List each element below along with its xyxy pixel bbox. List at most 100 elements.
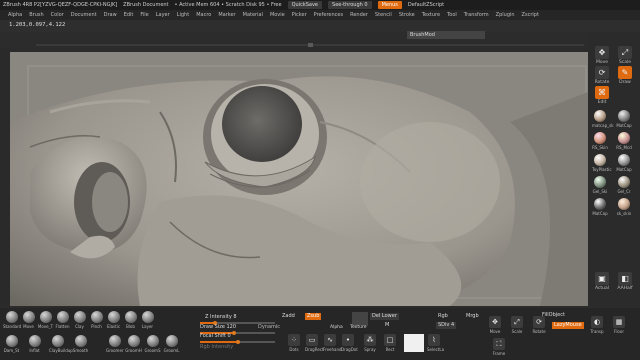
rotate-icon: ⟳ xyxy=(533,316,545,328)
brush-dam-standard[interactable]: Dam_St xyxy=(3,335,20,357)
dynamic-toggle[interactable]: Dynamic xyxy=(258,324,280,331)
menu-edit[interactable]: Edit xyxy=(124,12,134,18)
menu-stencil[interactable]: Stencil xyxy=(375,12,392,18)
edit-button[interactable]: ⌘ Edit xyxy=(592,86,612,108)
menu-brush[interactable]: Brush xyxy=(29,12,43,18)
menu-zplugin[interactable]: Zplugin xyxy=(496,12,515,18)
focal-shift-knob[interactable] xyxy=(236,340,240,344)
menu-stroke[interactable]: Stroke xyxy=(399,12,415,18)
menu-texture[interactable]: Texture xyxy=(422,12,440,18)
brush-layer[interactable]: Layer xyxy=(139,311,156,333)
stroke-freehand[interactable]: ∿ Freehand xyxy=(323,334,342,354)
draw-size-knob[interactable] xyxy=(232,331,236,335)
material-swatch[interactable]: RS_Mcd xyxy=(616,132,632,154)
stroke-rect[interactable]: □ Rect xyxy=(383,334,397,354)
menu-zscript[interactable]: Zscript xyxy=(522,12,539,18)
material-swatch[interactable]: ToyPlastic xyxy=(592,154,612,176)
brush-grooms[interactable]: GroomS xyxy=(144,335,161,357)
brush-flatten[interactable]: Flatten xyxy=(54,311,71,333)
draw-button[interactable]: ✎ Draw xyxy=(615,66,635,88)
brush-clay[interactable]: Clay xyxy=(71,311,88,333)
menu-picker[interactable]: Picker xyxy=(292,12,307,18)
frame-icon: ⛶ xyxy=(493,338,505,350)
aahalf-button[interactable]: ◧ AAHalf xyxy=(615,272,635,294)
mrgb-button[interactable]: Mrgb xyxy=(464,313,481,320)
brush-smooth[interactable]: Smooth xyxy=(72,335,89,357)
brush-elastic[interactable]: Elastic xyxy=(105,311,122,333)
menu-layer[interactable]: Layer xyxy=(156,12,170,18)
menu-render[interactable]: Render xyxy=(350,12,368,18)
stroke-spray[interactable]: ⁂ Spray xyxy=(363,334,377,354)
draw-icon: ✎ xyxy=(618,66,632,79)
left-shelf xyxy=(0,48,10,306)
material-swatch[interactable]: MatCap xyxy=(616,110,632,132)
stroke-dragdot[interactable]: • DragDot xyxy=(341,334,358,354)
del-lower-button[interactable]: Del Lower xyxy=(370,313,399,320)
stroke-dragrect[interactable]: ▭ DragRect xyxy=(305,334,324,354)
spray-icon: ⁂ xyxy=(364,334,376,346)
top-slider-knob[interactable] xyxy=(308,43,313,47)
material-swatch[interactable]: Gel_Cr xyxy=(616,176,632,198)
brush-move[interactable]: Move xyxy=(20,311,37,333)
menu-tool[interactable]: Tool xyxy=(447,12,457,18)
material-swatch[interactable]: RS_Skin xyxy=(592,132,608,154)
material-swatch[interactable]: MatCap xyxy=(592,198,608,220)
menu-macro[interactable]: Macro xyxy=(196,12,211,18)
dots-icon: ⁘ xyxy=(288,334,300,346)
transp-button[interactable]: ◐ Transp xyxy=(590,316,604,336)
menu-color[interactable]: Color xyxy=(51,12,64,18)
m-button[interactable]: M xyxy=(383,322,391,329)
rotate-button[interactable]: ⟳ Rotate xyxy=(592,66,612,88)
material-swatch[interactable]: Gel_Ski xyxy=(592,176,608,198)
move-icon: ✥ xyxy=(489,316,501,328)
move-button[interactable]: ✥ Move xyxy=(592,46,612,68)
scale-button[interactable]: ⤢ Scale xyxy=(615,46,635,68)
brush-groomh[interactable]: GroomH xyxy=(125,335,142,357)
sculpt-viewport xyxy=(10,52,588,306)
menu-marker[interactable]: Marker xyxy=(218,12,235,18)
menus-button[interactable]: Menus xyxy=(377,1,402,9)
actual-button[interactable]: ▣ Actual xyxy=(592,272,612,294)
default-zscript-button[interactable]: DefaultZScript xyxy=(408,2,444,8)
menu-transform[interactable]: Transform xyxy=(464,12,489,18)
select-lasso-button[interactable]: ⌇ SelectLa xyxy=(427,334,444,354)
menu-document[interactable]: Document xyxy=(71,12,97,18)
scale-tool-button[interactable]: ⤢ Scale xyxy=(510,316,524,336)
scale-icon: ⤢ xyxy=(618,46,632,59)
brush-blob[interactable]: Blob xyxy=(122,311,139,333)
brush-inflat[interactable]: Inflat xyxy=(26,335,43,357)
app-title: ZBrush 4R8 P2[YZVG-QEZF-QDGE-CPKI-NGJK] xyxy=(3,2,118,8)
menu-draw[interactable]: Draw xyxy=(104,12,117,18)
aahalf-icon: ◧ xyxy=(618,272,632,285)
rotate-tool-button[interactable]: ⟳ Rotate xyxy=(532,316,546,336)
brush-groomer[interactable]: Groomer xyxy=(106,335,124,357)
material-swatch[interactable]: MatCap xyxy=(616,154,632,176)
material-swatch[interactable]: sk_skin xyxy=(616,198,632,220)
rotate-icon: ⟳ xyxy=(595,66,609,79)
menu-movie[interactable]: Movie xyxy=(270,12,285,18)
menu-preferences[interactable]: Preferences xyxy=(314,12,343,18)
see-through-slider[interactable]: See-through 0 xyxy=(328,1,372,9)
brush-standard[interactable]: Standard xyxy=(3,311,21,333)
stroke-dots[interactable]: ⁘ Dots xyxy=(287,334,301,354)
menu-file[interactable]: File xyxy=(140,12,148,18)
menu-material[interactable]: Material xyxy=(243,12,263,18)
move-tool-button[interactable]: ✥ Move xyxy=(488,316,502,336)
brush-grooml[interactable]: GroomL xyxy=(163,335,180,357)
color-swatch[interactable] xyxy=(404,334,424,352)
lazy-mouse-button[interactable]: LazyMouse xyxy=(552,322,584,329)
material-swatch[interactable]: matcap_sk xyxy=(592,110,614,132)
brush-pinch[interactable]: Pinch xyxy=(88,311,105,333)
floor-button[interactable]: ▦ Floor xyxy=(612,316,626,336)
document-canvas[interactable] xyxy=(10,52,588,306)
frame-button[interactable]: ⛶ Frame xyxy=(492,338,506,358)
menu-alpha[interactable]: Alpha xyxy=(8,12,22,18)
brush-move-t[interactable]: Move_T xyxy=(37,311,54,333)
rgb-button[interactable]: Rgb xyxy=(436,313,450,320)
zadd-button[interactable]: Zadd xyxy=(280,313,297,320)
quicksave-button[interactable]: QuickSave xyxy=(287,1,323,9)
zsub-button[interactable]: Zsub xyxy=(305,313,322,320)
brush-claybuildup[interactable]: ClayBuildup xyxy=(49,335,73,357)
sdiv-slider[interactable]: SDiv 4 xyxy=(436,322,457,329)
menu-light[interactable]: Light xyxy=(177,12,189,18)
